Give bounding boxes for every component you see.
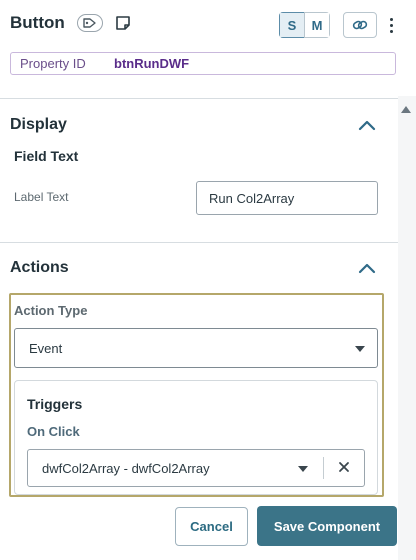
size-m-button[interactable]: M bbox=[304, 12, 330, 38]
property-id-label: Property ID bbox=[20, 56, 86, 71]
action-type-select[interactable]: Event bbox=[14, 328, 378, 368]
panel-header: Button S M bbox=[0, 0, 416, 52]
size-toggle: S M bbox=[279, 12, 330, 38]
action-type-value: Event bbox=[29, 340, 63, 356]
action-type-label: Action Type bbox=[14, 303, 88, 318]
property-id-value: btnRunDWF bbox=[114, 56, 190, 71]
on-click-value: dwfCol2Array - dwfCol2Array bbox=[42, 460, 210, 476]
actions-section-title: Actions bbox=[10, 259, 69, 276]
label-text-label: Label Text bbox=[14, 190, 69, 204]
link-button[interactable] bbox=[343, 12, 377, 38]
select-separator bbox=[323, 457, 324, 479]
kebab-menu-icon[interactable] bbox=[385, 13, 397, 37]
note-icon[interactable] bbox=[115, 15, 131, 31]
on-click-label: On Click bbox=[27, 424, 80, 439]
cancel-button[interactable]: Cancel bbox=[175, 507, 248, 546]
component-title: Button bbox=[10, 13, 65, 32]
caret-down-icon[interactable] bbox=[355, 346, 365, 352]
scroll-up-arrow-icon[interactable] bbox=[401, 106, 411, 113]
chevron-up-icon[interactable] bbox=[357, 118, 377, 132]
field-text-heading: Field Text bbox=[14, 148, 79, 164]
property-id-field: Property ID btnRunDWF bbox=[10, 52, 396, 75]
display-section-title: Display bbox=[10, 116, 67, 133]
save-component-button[interactable]: Save Component bbox=[257, 506, 397, 546]
triggers-heading: Triggers bbox=[27, 396, 83, 412]
link-icon bbox=[352, 20, 368, 30]
size-s-button[interactable]: S bbox=[279, 12, 305, 38]
divider bbox=[0, 242, 398, 243]
close-icon[interactable] bbox=[338, 461, 350, 473]
divider bbox=[0, 98, 398, 99]
caret-down-icon[interactable] bbox=[298, 466, 308, 472]
on-click-select[interactable]: dwfCol2Array - dwfCol2Array bbox=[27, 449, 365, 487]
tag-icon[interactable] bbox=[77, 14, 103, 32]
label-text-input[interactable]: Run Col2Array bbox=[196, 181, 378, 215]
chevron-up-icon[interactable] bbox=[357, 261, 377, 275]
scrollbar[interactable] bbox=[398, 96, 416, 560]
